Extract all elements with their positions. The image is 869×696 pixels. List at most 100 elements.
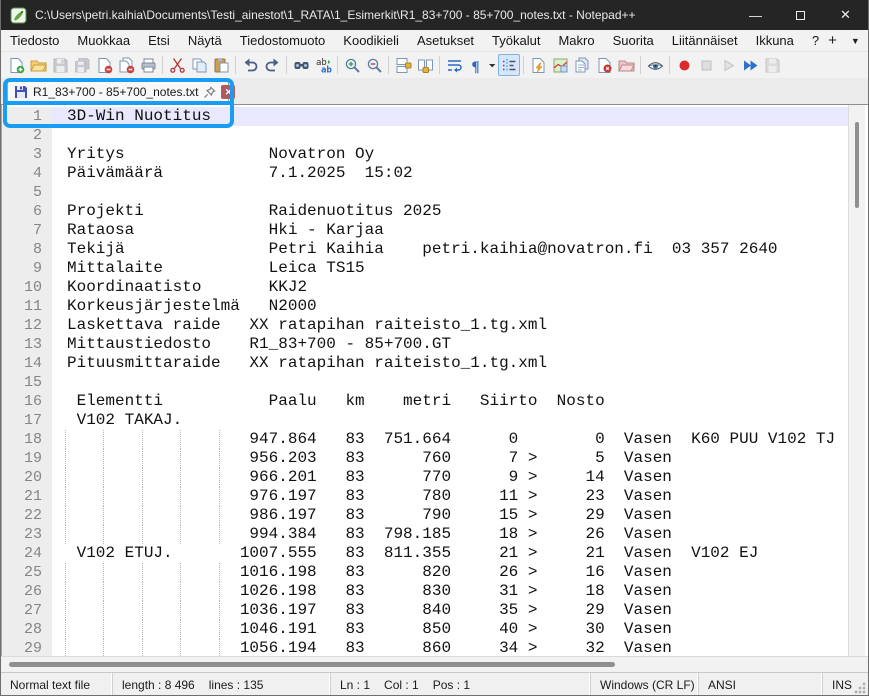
editor-line[interactable]: 2 — [2, 126, 848, 145]
show-all-characters-icon[interactable]: ¶ — [465, 54, 487, 76]
status-column: Col : 1 — [384, 678, 419, 692]
indent-guide-icon[interactable] — [498, 54, 520, 76]
menu-item-ikkuna[interactable]: Ikkuna — [747, 30, 803, 52]
sync-horizontal-icon[interactable] — [414, 54, 436, 76]
tab-list-dropdown[interactable]: ▼ — [851, 36, 860, 46]
record-macro-icon[interactable] — [673, 54, 695, 76]
new-tab-button[interactable]: + — [828, 32, 837, 49]
editor-line[interactable]: 14Pituusmittaraide XX ratapihan raiteist… — [2, 354, 848, 373]
menu-item-tiedostomuoto[interactable]: Tiedostomuoto — [231, 30, 335, 52]
editor-line[interactable]: 4Päivämäärä 7.1.2025 15:02 — [2, 164, 848, 183]
editor-line[interactable]: 6Projekti Raidenuotitus 2025 — [2, 202, 848, 221]
tab-active[interactable]: R1_83+700 - 85+700_notes.txt ✕ — [7, 79, 229, 105]
minimize-button[interactable]: — — [733, 0, 778, 30]
menu-item-muokkaa[interactable]: Muokkaa — [68, 30, 139, 52]
menu-item-suorita[interactable]: Suorita — [604, 30, 663, 52]
menu-item-liitnniset[interactable]: Liitännäiset — [663, 30, 747, 52]
editor-line[interactable]: 24 V102 ETUJ. 1007.555 83 811.355 21 > 2… — [2, 544, 848, 563]
file-monitoring-icon[interactable] — [644, 54, 666, 76]
cut-icon[interactable] — [166, 54, 188, 76]
editor-lines: 13D-Win Nuotitus23Yritys Novatron Oy4Päi… — [2, 105, 848, 656]
editor-line[interactable]: 13D-Win Nuotitus — [2, 107, 848, 126]
maximize-button[interactable] — [778, 0, 823, 30]
editor-line[interactable]: 9Mittalaite Leica TS15 — [2, 259, 848, 278]
zoom-out-icon[interactable] — [363, 54, 385, 76]
vertical-scrollbar-thumb[interactable] — [855, 122, 859, 208]
editor-line[interactable]: 27 1036.197 83 840 35 > 29 Vasen — [2, 601, 848, 620]
editor-line[interactable]: 17 V102 TAKAJ. — [2, 411, 848, 430]
line-number: 26 — [2, 582, 52, 601]
editor-line[interactable]: 18 947.864 83 751.664 0 0 Vasen K60 PUU … — [2, 430, 848, 449]
menu-item-etsi[interactable]: Etsi — [139, 30, 179, 52]
editor-line[interactable]: 15 — [2, 373, 848, 392]
find-icon[interactable] — [290, 54, 312, 76]
replace-icon[interactable]: abab — [312, 54, 334, 76]
zoom-in-icon[interactable] — [341, 54, 363, 76]
editor-line[interactable]: 3Yritys Novatron Oy — [2, 145, 848, 164]
tab-close-button[interactable]: ✕ — [221, 85, 235, 99]
menu-item-tiedosto[interactable]: Tiedosto — [1, 30, 68, 52]
editor-area[interactable]: 13D-Win Nuotitus23Yritys Novatron Oy4Päi… — [1, 105, 868, 656]
menu-item-tykalut[interactable]: Työkalut — [483, 30, 549, 52]
editor-line[interactable]: 5 — [2, 183, 848, 202]
undo-icon[interactable] — [239, 54, 261, 76]
editor-line[interactable]: 20 966.201 83 770 9 > 14 Vasen — [2, 468, 848, 487]
editor-line[interactable]: 16 Elementti Paalu km metri Siirto Nosto — [2, 392, 848, 411]
export-icon[interactable] — [593, 54, 615, 76]
print-icon[interactable] — [137, 54, 159, 76]
editor-line[interactable]: 23 994.384 83 798.185 18 > 26 Vasen — [2, 525, 848, 544]
menu-item-makro[interactable]: Makro — [549, 30, 603, 52]
minimize-icon: — — [749, 8, 762, 23]
status-encoding[interactable]: ANSI — [708, 678, 736, 692]
document-map-icon[interactable] — [549, 54, 571, 76]
horizontal-scrollbar[interactable] — [1, 656, 868, 672]
editor-line-text: 1036.197 83 840 35 > 29 Vasen — [52, 601, 848, 620]
editor-line[interactable]: 19 956.203 83 760 7 > 5 Vasen — [2, 449, 848, 468]
editor-line[interactable]: 25 1016.198 83 820 26 > 16 Vasen — [2, 563, 848, 582]
menu-item-asetukset[interactable]: Asetukset — [408, 30, 483, 52]
redo-icon[interactable] — [261, 54, 283, 76]
folder-as-workspace-icon[interactable] — [615, 54, 637, 76]
line-number: 16 — [2, 392, 52, 411]
resize-grip[interactable] — [854, 682, 866, 694]
editor-line[interactable]: 13Mittaustiedosto R1_83+700 - 85+700.GT — [2, 335, 848, 354]
sync-vertical-icon[interactable] — [392, 54, 414, 76]
editor-line[interactable]: 10Koordinaatisto KKJ2 — [2, 278, 848, 297]
editor-line-text: 1016.198 83 820 26 > 16 Vasen — [52, 563, 848, 582]
close-all-icon[interactable] — [115, 54, 137, 76]
status-insert-mode[interactable]: INS — [832, 678, 852, 692]
editor-line[interactable]: 7Rataosa Hki - Karjaa — [2, 221, 848, 240]
vertical-scrollbar[interactable] — [848, 105, 865, 656]
editor-line[interactable]: 11Korkeusjärjestelmä N2000 — [2, 297, 848, 316]
function-list-icon[interactable] — [527, 54, 549, 76]
close-file-icon[interactable] — [93, 54, 115, 76]
editor-line[interactable]: 26 1026.198 83 830 31 > 18 Vasen — [2, 582, 848, 601]
editor-line[interactable]: 21 976.197 83 780 11 > 23 Vasen — [2, 487, 848, 506]
editor-line-text: V102 ETUJ. 1007.555 83 811.355 21 > 21 V… — [52, 544, 848, 563]
word-wrap-icon[interactable] — [443, 54, 465, 76]
editor-line[interactable]: 8Tekijä Petri Kaihia petri.kaihia@novatr… — [2, 240, 848, 259]
tab-accent-bar — [7, 79, 229, 82]
status-eol-format[interactable]: Windows (CR LF) — [600, 678, 695, 692]
document-list-icon[interactable] — [571, 54, 593, 76]
run-macro-multiple-icon[interactable] — [739, 54, 761, 76]
paste-icon[interactable] — [210, 54, 232, 76]
menu-item-?[interactable]: ? — [803, 30, 828, 52]
editor-line[interactable]: 29 1056.194 83 860 34 > 32 Vasen — [2, 639, 848, 656]
line-number: 24 — [2, 544, 52, 563]
show-all-dropdown-icon[interactable] — [487, 54, 498, 76]
close-button[interactable]: ✕ — [823, 0, 868, 30]
menu-item-koodikieli[interactable]: Koodikieli — [334, 30, 408, 52]
editor-line-text: Päivämäärä 7.1.2025 15:02 — [52, 164, 848, 183]
editor-line[interactable]: 22 986.197 83 790 15 > 29 Vasen — [2, 506, 848, 525]
line-number: 12 — [2, 316, 52, 335]
line-number: 8 — [2, 240, 52, 259]
editor-line[interactable]: 28 1046.191 83 850 40 > 30 Vasen — [2, 620, 848, 639]
copy-icon[interactable] — [188, 54, 210, 76]
pin-icon[interactable] — [203, 86, 216, 99]
horizontal-scrollbar-thumb[interactable] — [9, 662, 615, 667]
menu-item-nyt[interactable]: Näytä — [179, 30, 231, 52]
new-file-icon[interactable] — [5, 54, 27, 76]
editor-line[interactable]: 12Laskettava raide XX ratapihan raiteist… — [2, 316, 848, 335]
open-file-icon[interactable] — [27, 54, 49, 76]
